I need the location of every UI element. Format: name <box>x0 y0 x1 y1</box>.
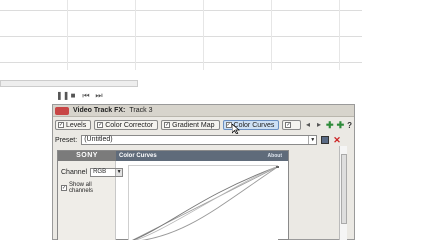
add-plugin-icon[interactable]: ✚ <box>326 120 334 131</box>
timeline-grid[interactable] <box>0 0 362 70</box>
fx-chain: ✓ Levels ✓ Color Corrector ✓ Gradient Ma… <box>53 118 356 132</box>
fx-chip-levels[interactable]: ✓ Levels <box>55 120 92 130</box>
go-to-end-icon[interactable]: ⏭ <box>95 91 103 100</box>
track-divider <box>0 62 362 63</box>
checkbox-icon[interactable]: ✓ <box>225 122 232 128</box>
curve-svg <box>132 165 280 240</box>
channel-label: Channel <box>61 169 88 176</box>
chain-tools: ◂ ▸ ✚ ✚ ? <box>304 120 356 131</box>
show-all-checkbox[interactable]: ✓ <box>61 185 67 191</box>
channel-select[interactable]: RGB ▼ <box>90 168 124 177</box>
scroll-left-icon[interactable]: ◂ <box>304 121 312 129</box>
plugin-chain-icon[interactable]: ✚ <box>337 120 345 131</box>
delete-preset-icon[interactable]: ✕ <box>333 136 341 145</box>
timeline-gridline <box>271 0 272 70</box>
preset-value: (Untitled) <box>84 136 113 143</box>
close-button[interactable] <box>55 106 69 115</box>
fx-track-name: Track 3 <box>129 107 153 114</box>
show-all-label: Show all channels <box>69 182 94 194</box>
timeline-gridline <box>203 0 204 70</box>
about-link[interactable]: About <box>268 151 282 161</box>
fx-chip-label: Gradient Map <box>172 121 215 129</box>
fx-chip-color-corrector[interactable]: ✓ Color Corrector <box>94 120 159 130</box>
color-curves-plugin: SONY Color Curves About Channel RGB ▼ ✓ … <box>57 150 289 240</box>
channel-row: Channel RGB ▼ <box>61 168 124 177</box>
checkbox-icon[interactable]: ✓ <box>58 122 64 128</box>
go-to-start-icon[interactable]: ⏮ <box>82 91 90 100</box>
fx-title-bar: Video Track FX: Track 3 <box>53 105 354 117</box>
preset-dropdown[interactable]: (Untitled) ▼ <box>81 135 318 145</box>
channel-value: RGB <box>93 169 107 175</box>
fx-window-title: Video Track FX: <box>73 107 126 114</box>
timeline-gridline <box>135 0 136 70</box>
timeline-gridline <box>339 0 340 70</box>
fx-chip-partial[interactable]: ✓ <box>282 120 302 130</box>
mouse-cursor-icon <box>232 124 240 134</box>
sony-logo: SONY <box>58 151 116 161</box>
save-preset-icon[interactable] <box>321 136 330 144</box>
track-divider <box>0 36 362 37</box>
plugin-name: Color Curves <box>119 153 157 159</box>
timeline-right-margin <box>362 0 427 88</box>
scrollbar-thumb[interactable] <box>341 154 347 224</box>
timeline-gridline <box>67 0 68 70</box>
curve-graph[interactable] <box>128 165 280 240</box>
scroll-right-icon[interactable]: ▸ <box>315 121 323 129</box>
show-all-channels-row: ✓ Show all channels <box>61 182 115 194</box>
chevron-down-icon[interactable]: ▼ <box>308 136 316 144</box>
fx-chip-gradient-map[interactable]: ✓ Gradient Map <box>161 120 220 130</box>
transport-bar: ❚❚ ■ ⏮ ⏭ <box>52 89 152 102</box>
track-divider <box>0 10 362 11</box>
workspace-right <box>355 104 427 240</box>
fx-chip-label: Color Corrector <box>105 121 154 129</box>
timeline-scrollbar[interactable] <box>0 80 138 87</box>
curve-baseline <box>132 165 280 240</box>
chevron-down-icon[interactable]: ▼ <box>115 169 123 176</box>
checkbox-icon[interactable]: ✓ <box>164 122 171 128</box>
help-icon[interactable]: ? <box>347 121 352 130</box>
fx-scrollbar[interactable] <box>339 146 347 240</box>
video-track-fx-window: Video Track FX: Track 3 ✓ Levels ✓ Color… <box>52 104 355 240</box>
checkbox-icon[interactable]: ✓ <box>285 122 292 128</box>
stop-icon[interactable]: ■ <box>69 91 77 100</box>
curve-point[interactable] <box>276 165 279 168</box>
plugin-settings-panel: Channel RGB ▼ ✓ Show all channels <box>58 161 124 240</box>
preset-label: Preset: <box>55 136 78 144</box>
checkbox-icon[interactable]: ✓ <box>97 122 104 128</box>
fx-chip-label: Levels <box>66 121 87 129</box>
preset-row: Preset: (Untitled) ▼ ✕ <box>53 134 356 146</box>
pause-icon[interactable]: ❚❚ <box>56 91 69 100</box>
timeline-area <box>0 0 427 88</box>
plugin-header: Color Curves About <box>116 151 288 161</box>
